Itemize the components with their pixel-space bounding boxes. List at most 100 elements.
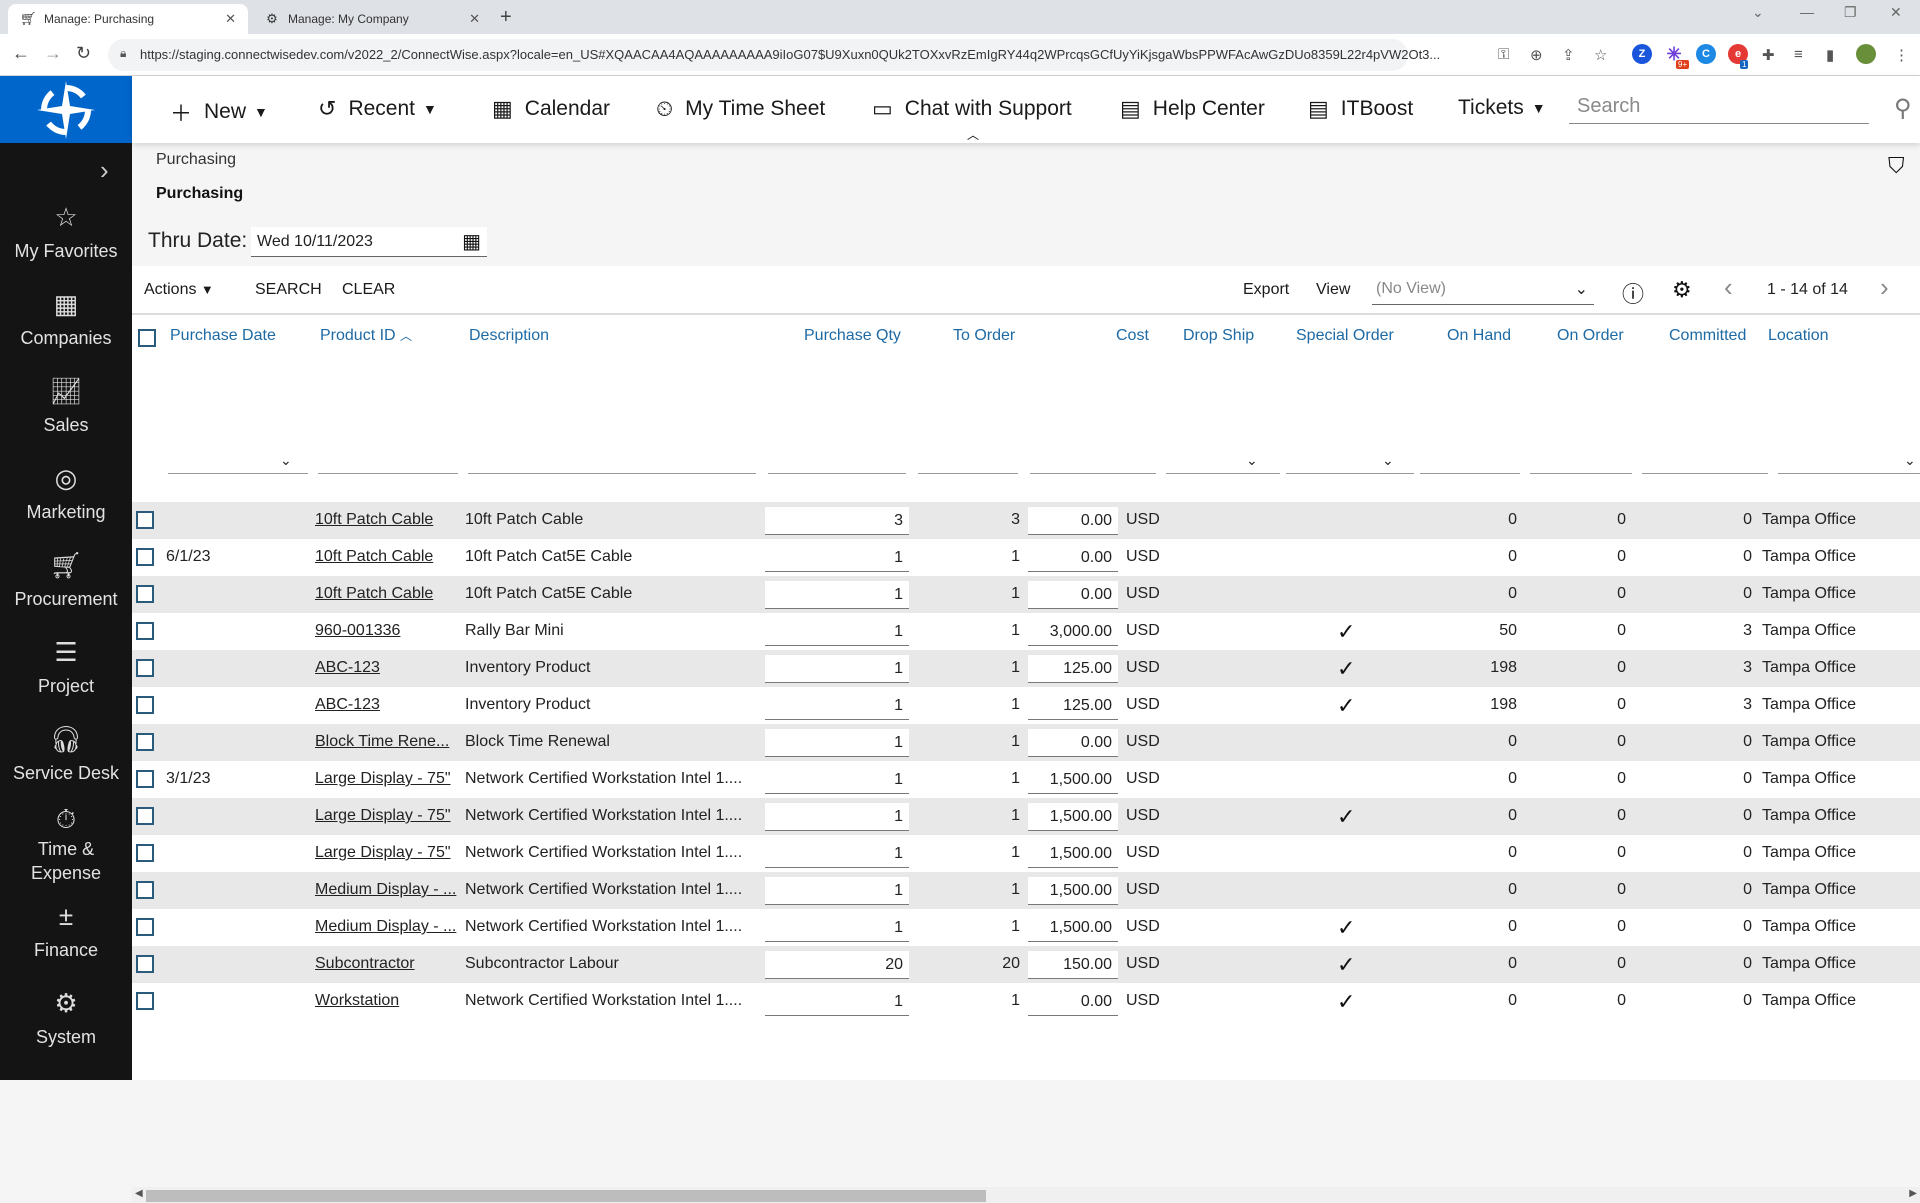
minimize-button[interactable]: — bbox=[1800, 4, 1814, 20]
product-id-link[interactable]: Subcontractor bbox=[315, 955, 415, 973]
column-header-to-order[interactable]: To Order bbox=[953, 327, 1015, 345]
cost-input[interactable]: 1,500.00 bbox=[1028, 914, 1118, 942]
cost-input[interactable]: 125.00 bbox=[1028, 655, 1118, 683]
forward-icon[interactable]: → bbox=[44, 43, 62, 64]
calendar-icon[interactable]: ▦ bbox=[462, 229, 481, 254]
filter-on-order[interactable] bbox=[1530, 473, 1632, 474]
purchase-qty-input[interactable]: 3 bbox=[765, 507, 909, 535]
product-id-link[interactable]: ABC-123 bbox=[315, 659, 380, 677]
restore-button[interactable]: ❐ bbox=[1844, 4, 1857, 21]
purchase-qty-input[interactable]: 1 bbox=[765, 544, 909, 572]
settings-gear-icon[interactable]: ⚙ bbox=[1672, 277, 1692, 303]
tickets-menu[interactable]: Tickets ▼ bbox=[1458, 96, 1546, 120]
breadcrumb-parent[interactable]: Purchasing bbox=[156, 151, 236, 169]
purchase-qty-input[interactable]: 1 bbox=[765, 803, 909, 831]
row-checkbox[interactable] bbox=[136, 955, 154, 973]
purchase-qty-input[interactable]: 1 bbox=[765, 840, 909, 868]
purchase-qty-input[interactable]: 1 bbox=[765, 988, 909, 1016]
filter-cost[interactable] bbox=[1030, 473, 1156, 474]
row-checkbox[interactable] bbox=[136, 585, 154, 603]
product-id-link[interactable]: Medium Display - ... bbox=[315, 881, 456, 899]
chevron-down-icon[interactable]: ⌄ bbox=[280, 452, 292, 469]
puzzle-extensions-icon[interactable]: ✚ bbox=[1762, 46, 1775, 64]
product-id-link[interactable]: 10ft Patch Cable bbox=[315, 585, 433, 603]
column-header-location[interactable]: Location bbox=[1768, 327, 1829, 345]
column-header-on-hand[interactable]: On Hand bbox=[1447, 327, 1511, 345]
my-time-sheet-link[interactable]: ⏲ My Time Sheet bbox=[656, 96, 825, 122]
product-id-link[interactable]: Medium Display - ... bbox=[315, 918, 456, 936]
purchase-qty-input[interactable]: 1 bbox=[765, 655, 909, 683]
search-button[interactable]: SEARCH bbox=[255, 281, 322, 299]
product-id-link[interactable]: Workstation bbox=[315, 992, 399, 1010]
filter-product-id[interactable] bbox=[318, 473, 458, 474]
search-icon[interactable]: ⚲ bbox=[1894, 94, 1912, 123]
export-button[interactable]: Export bbox=[1243, 281, 1289, 299]
chevron-down-icon[interactable]: ⌄ bbox=[1382, 452, 1394, 469]
reload-icon[interactable]: ↻ bbox=[76, 43, 91, 64]
scroll-left-icon[interactable]: ◀ bbox=[135, 1188, 143, 1199]
next-page-icon[interactable]: › bbox=[1880, 272, 1889, 303]
cost-input[interactable]: 1,500.00 bbox=[1028, 840, 1118, 868]
product-id-link[interactable]: ABC-123 bbox=[315, 696, 380, 714]
purchase-qty-input[interactable]: 1 bbox=[765, 766, 909, 794]
filter-committed[interactable] bbox=[1642, 473, 1768, 474]
expand-sidebar-chevron-icon[interactable]: › bbox=[100, 155, 109, 186]
select-all-checkbox[interactable] bbox=[138, 329, 156, 347]
purchase-qty-input[interactable]: 1 bbox=[765, 914, 909, 942]
address-bar[interactable]: 🔒︎ https://staging.connectwisedev.com/v2… bbox=[108, 39, 1408, 71]
purchase-qty-input[interactable]: 1 bbox=[765, 692, 909, 720]
row-checkbox[interactable] bbox=[136, 622, 154, 640]
chevron-down-icon[interactable]: ⌄ bbox=[1904, 452, 1916, 469]
cost-input[interactable]: 1,500.00 bbox=[1028, 803, 1118, 831]
cost-input[interactable]: 0.00 bbox=[1028, 581, 1118, 609]
column-header-description[interactable]: Description bbox=[469, 327, 549, 345]
row-checkbox[interactable] bbox=[136, 918, 154, 936]
new-tab-button[interactable]: + bbox=[500, 6, 512, 29]
chevron-up-icon[interactable]: ︿ bbox=[967, 126, 979, 143]
product-id-link[interactable]: Large Display - 75" bbox=[315, 844, 451, 862]
row-checkbox[interactable] bbox=[136, 807, 154, 825]
row-checkbox[interactable] bbox=[136, 511, 154, 529]
chat-with-support-link[interactable]: ▭ Chat with Support bbox=[872, 96, 1072, 122]
calendar-link[interactable]: ▦ Calendar bbox=[492, 96, 610, 122]
cost-input[interactable]: 3,000.00 bbox=[1028, 618, 1118, 646]
row-checkbox[interactable] bbox=[136, 659, 154, 677]
cost-input[interactable]: 150.00 bbox=[1028, 951, 1118, 979]
column-header-purchase-qty[interactable]: Purchase Qty bbox=[804, 327, 901, 345]
product-id-link[interactable]: 10ft Patch Cable bbox=[315, 548, 433, 566]
help-icon[interactable]: ⓘ bbox=[1622, 277, 1644, 309]
bookmark-star-icon[interactable]: ☆ bbox=[1594, 46, 1607, 64]
filter-to-order[interactable] bbox=[918, 473, 1018, 474]
sidebar-item-system[interactable]: ⚙ System bbox=[0, 987, 132, 1049]
purchase-qty-input[interactable]: 1 bbox=[765, 877, 909, 905]
recent-menu[interactable]: ↺ Recent ▼ bbox=[318, 96, 437, 122]
chevron-down-icon[interactable]: ⌄ bbox=[1246, 452, 1258, 469]
sidebar-item-marketing[interactable]: ◎ Marketing bbox=[0, 462, 132, 524]
product-id-link[interactable]: Large Display - 75" bbox=[315, 770, 451, 788]
z-extension-icon[interactable]: Z bbox=[1632, 44, 1652, 64]
back-icon[interactable]: ← bbox=[12, 43, 30, 64]
cost-input[interactable]: 125.00 bbox=[1028, 692, 1118, 720]
sidebar-item-procurement[interactable]: 🛒︎ Procurement bbox=[0, 549, 132, 611]
tab-manage-my-company[interactable]: ⚙ Manage: My Company ✕ bbox=[252, 4, 492, 34]
column-header-purchase-date[interactable]: Purchase Date bbox=[170, 327, 276, 345]
row-checkbox[interactable] bbox=[136, 992, 154, 1010]
product-id-link[interactable]: Large Display - 75" bbox=[315, 807, 451, 825]
row-checkbox[interactable] bbox=[136, 733, 154, 751]
row-checkbox[interactable] bbox=[136, 696, 154, 714]
clear-button[interactable]: CLEAR bbox=[342, 281, 395, 299]
purchase-qty-input[interactable]: 20 bbox=[765, 951, 909, 979]
filter-icon[interactable]: ⛉ bbox=[1888, 153, 1905, 179]
close-window-button[interactable]: ✕ bbox=[1890, 4, 1902, 21]
product-id-link[interactable]: Block Time Rene... bbox=[315, 733, 449, 751]
row-checkbox[interactable] bbox=[136, 548, 154, 566]
sidebar-item-companies[interactable]: ▦ Companies bbox=[0, 288, 132, 350]
profile-avatar[interactable] bbox=[1856, 44, 1876, 64]
side-panel-icon[interactable]: ▮ bbox=[1826, 46, 1834, 64]
purchase-qty-input[interactable]: 1 bbox=[765, 729, 909, 757]
help-center-link[interactable]: ▤ Help Center bbox=[1120, 96, 1265, 122]
close-icon[interactable]: ✕ bbox=[469, 11, 480, 27]
sidebar-item-finance[interactable]: ± Finance bbox=[0, 900, 132, 962]
filter-description[interactable] bbox=[468, 473, 756, 474]
new-menu[interactable]: ＋ New ▼ bbox=[170, 96, 268, 128]
